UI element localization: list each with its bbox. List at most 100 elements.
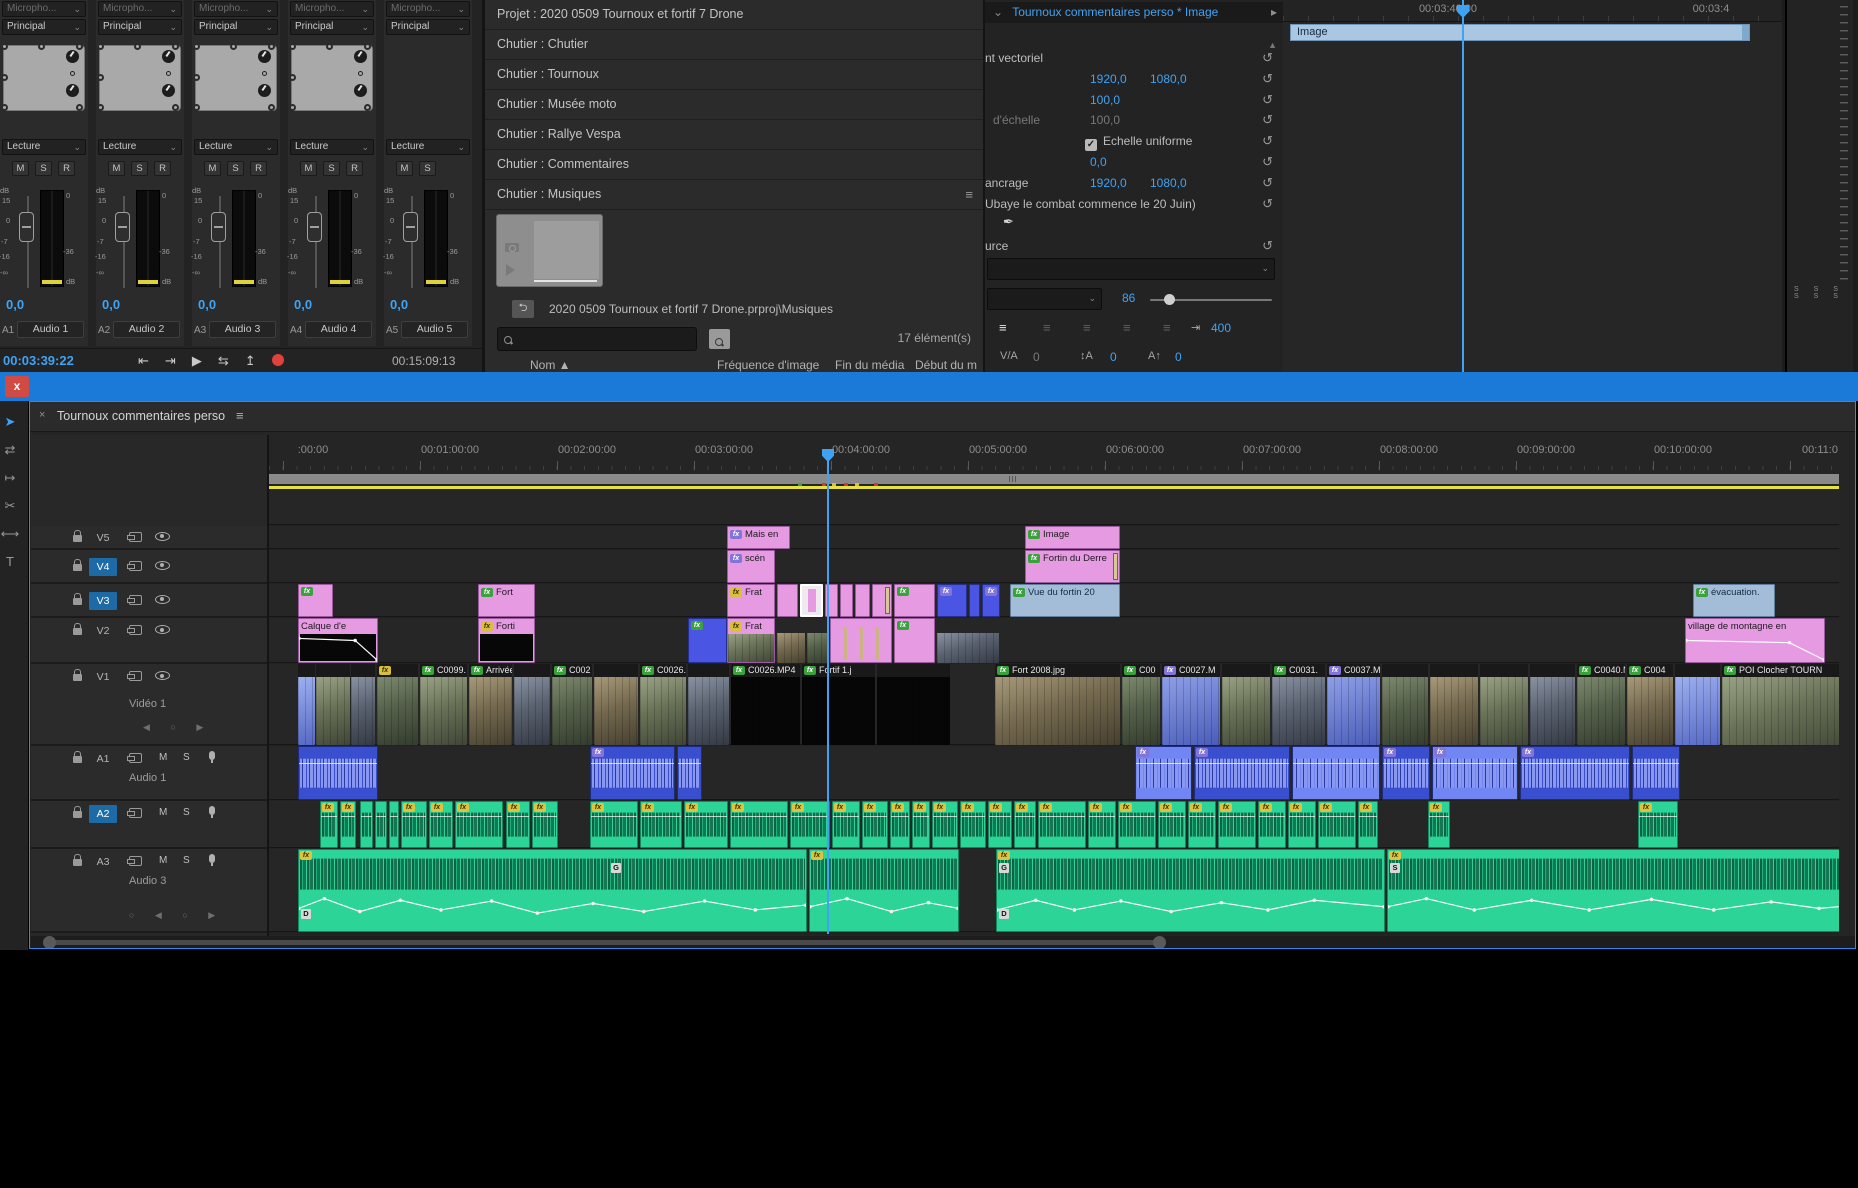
work-area-bar[interactable] (269, 474, 1839, 484)
toggle-visibility-icon[interactable] (155, 595, 170, 604)
toggle-visibility-icon[interactable] (155, 561, 170, 570)
go-to-out-icon[interactable]: ⇥ (165, 353, 176, 369)
source-patch-icon[interactable] (129, 856, 142, 866)
automation-select[interactable]: Lecture⌄ (2, 139, 86, 155)
type-tool[interactable]: T (0, 549, 25, 575)
track-name-field[interactable]: Audio 2 (113, 321, 180, 338)
timeline-clip[interactable] (800, 584, 823, 617)
pan-control[interactable] (3, 45, 85, 111)
output-select[interactable]: Principal⌄ (2, 19, 86, 35)
volume-value[interactable]: 0,0 (198, 297, 216, 312)
timeline-clip[interactable]: fx (429, 801, 453, 848)
timeline-clip[interactable]: fx (1520, 746, 1630, 800)
loop-icon[interactable]: ⇆ (218, 353, 229, 369)
effect-controls-header[interactable]: ⌄ Tournoux commentaires perso * Image ▸ (985, 2, 1283, 23)
lock-icon[interactable] (73, 756, 82, 763)
timeline-clip[interactable] (1480, 664, 1528, 745)
voiceover-mic-icon[interactable] (209, 751, 215, 760)
panel-arrow-icon[interactable]: ▸ (1271, 2, 1277, 23)
volume-value[interactable]: 0,0 (390, 297, 408, 312)
fader-handle[interactable] (19, 212, 34, 242)
timeline-clip[interactable]: fx (1194, 746, 1290, 800)
pan-handle[interactable] (97, 43, 104, 50)
mini-playhead-line[interactable] (1462, 0, 1464, 372)
voiceover-mic-icon[interactable] (209, 854, 215, 863)
reset-icon[interactable]: ↺ (1262, 69, 1273, 89)
automation-select[interactable]: Lecture⌄ (386, 139, 470, 155)
pan-handle[interactable] (76, 104, 83, 111)
solo-button[interactable]: S (419, 161, 436, 176)
lock-icon[interactable] (73, 598, 82, 605)
lock-icon[interactable] (73, 535, 82, 542)
pan-handle[interactable] (268, 104, 275, 111)
timeline-clip[interactable]: fx (532, 801, 558, 848)
timeline-clip[interactable]: fx (862, 801, 888, 848)
timeline-clip[interactable]: fx (912, 801, 930, 848)
sequence-marker[interactable] (855, 483, 859, 486)
export-icon[interactable]: ↥ (245, 353, 256, 369)
effect-row-text-source[interactable]: urce↺ (985, 236, 1283, 256)
align-right-icon[interactable]: ≡ (1083, 320, 1090, 335)
project-tab[interactable]: Chutier : Chutier (485, 30, 985, 60)
align-justify-all-icon[interactable]: ≡ (1163, 320, 1170, 335)
timeline-clip[interactable] (1292, 746, 1380, 800)
timeline-clip[interactable]: fx (932, 801, 958, 848)
reset-icon[interactable]: ↺ (1262, 110, 1273, 130)
timeline-clip[interactable]: fx (590, 746, 675, 800)
mute-button[interactable]: M (159, 752, 167, 763)
timeline-clip[interactable]: fx (401, 801, 427, 848)
work-area-grip[interactable] (1009, 476, 1018, 482)
volume-value[interactable]: 0,0 (6, 297, 24, 312)
reset-icon[interactable]: ↺ (1262, 152, 1273, 172)
timeline-clip[interactable]: fxC0027.M (1162, 664, 1220, 745)
timeline-clip[interactable] (830, 618, 892, 663)
selection-tool[interactable]: ➤ (0, 409, 25, 435)
track-name-V5[interactable]: V5 (89, 529, 117, 547)
lock-icon[interactable] (73, 628, 82, 635)
razor-tool[interactable]: ✂ (0, 493, 25, 519)
playhead-line[interactable] (827, 456, 829, 934)
solo-button[interactable]: S (35, 161, 52, 176)
timeline-clip[interactable]: fx (455, 801, 503, 848)
timeline-clip[interactable]: fx (937, 584, 967, 617)
panel-menu-icon[interactable]: ≡ (236, 408, 244, 423)
automation-select[interactable]: Lecture⌄ (194, 139, 278, 155)
timeline-clip[interactable] (360, 801, 373, 848)
pan-knob[interactable] (162, 84, 175, 97)
timeline-clip[interactable]: fxC0037.M (1327, 664, 1380, 745)
timeline-clip[interactable]: fx (1218, 801, 1256, 848)
effect-row-anchor[interactable]: ancrage 1920,0 1080,0 ↺ (985, 173, 1283, 193)
timeline-clip[interactable]: fxGD (298, 849, 807, 932)
output-select[interactable]: Principal⌄ (386, 19, 470, 35)
pan-handle[interactable] (172, 43, 179, 50)
tracking-value[interactable]: 400 (1211, 321, 1231, 335)
timeline-clip[interactable]: village de montagne en (1685, 618, 1825, 663)
timeline-clip[interactable]: fx (982, 584, 1000, 617)
timeline-clip[interactable]: fxC0040.MP (1577, 664, 1625, 745)
breadcrumb[interactable]: 2020 0509 Tournoux et fortif 7 Drone.prp… (549, 302, 969, 316)
track-name-A3[interactable]: A3 (89, 853, 117, 871)
timeline-clip[interactable]: fxFort (478, 584, 535, 617)
pan-handle[interactable] (1, 104, 8, 111)
effect-row-scale[interactable]: 100,0 ↺ (985, 90, 1283, 110)
ripple-edit-tool[interactable]: ↦ (0, 465, 25, 491)
timeline-clip[interactable] (389, 801, 399, 848)
input-select[interactable]: Micropho...⌄ (2, 1, 86, 17)
timeline-clip[interactable]: fx (1258, 801, 1286, 848)
timeline-clip[interactable]: fx (832, 801, 860, 848)
timeline-clip[interactable] (1222, 664, 1270, 745)
transition-handle[interactable] (885, 587, 890, 614)
search-input[interactable] (497, 327, 697, 351)
timeline-clip[interactable] (514, 664, 550, 745)
input-select[interactable]: Micropho...⌄ (386, 1, 470, 17)
toggle-visibility-icon[interactable] (155, 671, 170, 680)
timeline-clip[interactable]: fx (730, 801, 788, 848)
timeline-ruler[interactable]: :00:0000:01:00:0000:02:00:0000:03:00:000… (269, 435, 1839, 471)
timeline-clip[interactable]: fx (1638, 801, 1678, 848)
timeline-clip[interactable]: fx (1088, 801, 1116, 848)
timeline-clip[interactable]: fxC00 (1122, 664, 1160, 745)
timeline-clip[interactable]: fxGD (996, 849, 1385, 932)
column-header[interactable]: Fin du média (835, 358, 904, 372)
pan-handle[interactable] (230, 43, 237, 50)
rotation-value[interactable]: 0,0 (1090, 152, 1107, 172)
